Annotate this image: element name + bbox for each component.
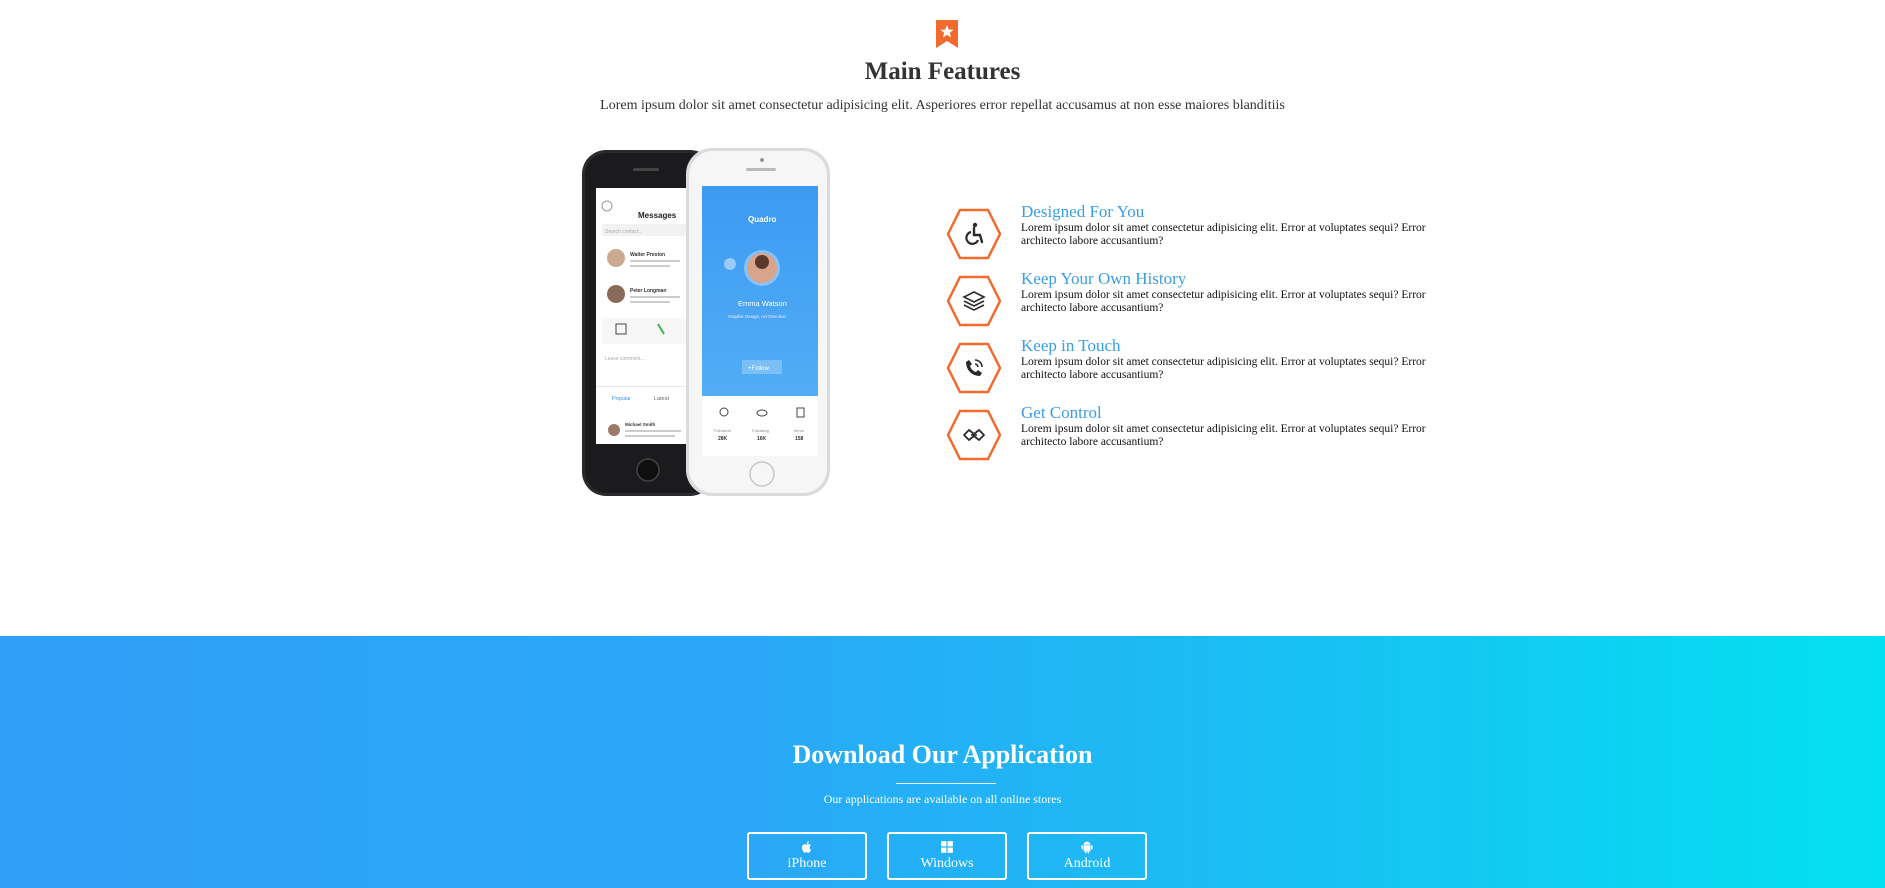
tab-latest: Latest bbox=[654, 396, 669, 402]
windows-download-button[interactable]: Windows bbox=[887, 832, 1007, 880]
windows-button-label: Windows bbox=[920, 856, 974, 871]
download-title: Download Our Application bbox=[792, 740, 1093, 769]
page-subtitle: Lorem ipsum dolor sit amet consectetur a… bbox=[600, 98, 1285, 113]
feature-description: Lorem ipsum dolor sit amet consectetur a… bbox=[1021, 289, 1426, 314]
profile-name: Emma Watson bbox=[738, 299, 787, 308]
stat-value: 16K bbox=[757, 436, 767, 442]
feature-title: Designed For You bbox=[1021, 202, 1145, 221]
stat-label: Followers bbox=[714, 428, 731, 433]
feature-icon-badge bbox=[946, 340, 1002, 396]
app-name: Quadro bbox=[748, 215, 777, 224]
feature-description: Lorem ipsum dolor sit amet consectetur a… bbox=[1021, 356, 1426, 381]
feature-icon-badge bbox=[946, 407, 1002, 463]
feature-item: Designed For You Lorem ipsum dolor sit a… bbox=[946, 202, 1466, 266]
android-download-button[interactable]: Android bbox=[1027, 832, 1147, 880]
title-divider bbox=[896, 783, 996, 784]
features-section: Main Features Lorem ipsum dolor sit amet… bbox=[0, 0, 1885, 636]
stat-value: 158 bbox=[795, 436, 804, 442]
android-button-label: Android bbox=[1063, 856, 1111, 871]
contact-name: Michael Smith bbox=[625, 422, 656, 427]
bookmark-star-icon bbox=[936, 20, 958, 48]
android-icon bbox=[1081, 841, 1093, 854]
feature-description: Lorem ipsum dolor sit amet consectetur a… bbox=[1021, 423, 1426, 448]
wheelchair-icon bbox=[965, 222, 984, 245]
tab-popular: Popular bbox=[612, 396, 631, 402]
feature-title: Get Control bbox=[1021, 403, 1102, 422]
follow-button: +Follow bbox=[748, 366, 770, 372]
download-subtitle: Our applications are available on all on… bbox=[823, 792, 1062, 806]
apple-icon bbox=[801, 841, 812, 853]
stat-value: 28K bbox=[718, 436, 728, 442]
contact-name: Peter Longman bbox=[630, 288, 666, 294]
handshake-icon bbox=[963, 429, 985, 441]
feature-item: Get Control Lorem ipsum dolor sit amet c… bbox=[946, 403, 1466, 467]
iphone-download-button[interactable]: iPhone bbox=[747, 832, 867, 880]
profile-role: Graphic Design, Art Direction bbox=[728, 314, 787, 319]
iphone-button-label: iPhone bbox=[787, 856, 827, 871]
messages-header: Messages bbox=[638, 211, 677, 220]
download-section: Download Our Application Our application… bbox=[0, 636, 1885, 888]
layers-icon bbox=[962, 291, 986, 311]
search-placeholder: Search contact... bbox=[605, 229, 643, 235]
phone-mockup-image: Messages Search contact... Walter Presto… bbox=[582, 148, 830, 496]
stat-label: Following bbox=[752, 428, 769, 433]
phone-volume-icon bbox=[966, 359, 983, 376]
windows-icon bbox=[941, 841, 953, 853]
page-title: Main Features bbox=[864, 58, 1021, 85]
feature-title: Keep in Touch bbox=[1021, 336, 1121, 355]
contact-name: Walter Preston bbox=[630, 252, 665, 258]
feature-item: Keep Your Own History Lorem ipsum dolor … bbox=[946, 269, 1466, 333]
feature-icon-badge bbox=[946, 206, 1002, 262]
stat-label: Items bbox=[794, 428, 804, 433]
feature-description: Lorem ipsum dolor sit amet consectetur a… bbox=[1021, 222, 1426, 247]
feature-icon-badge bbox=[946, 273, 1002, 329]
feature-title: Keep Your Own History bbox=[1021, 269, 1187, 288]
comment-placeholder: Leave comment... bbox=[605, 356, 645, 362]
feature-item: Keep in Touch Lorem ipsum dolor sit amet… bbox=[946, 336, 1466, 400]
